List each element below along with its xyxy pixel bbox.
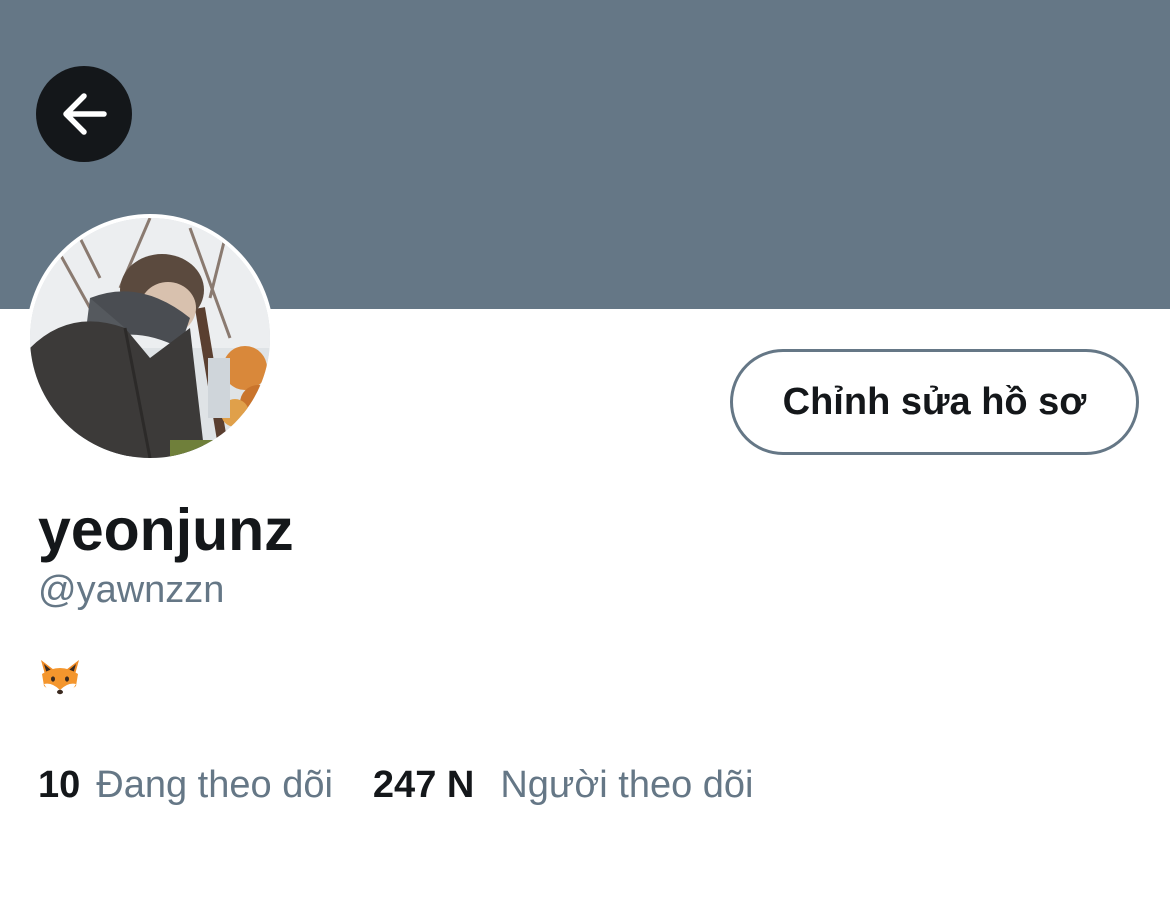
avatar[interactable] [26, 214, 274, 462]
followers-count: 247 N [372, 764, 475, 806]
follow-stats: 10 Đang theo dõi 247 N Người theo dõi [38, 762, 754, 808]
user-handle: @yawnzzn [38, 569, 225, 611]
following-label: Đang theo dõi [96, 764, 333, 806]
display-name: yeonjunz [38, 497, 294, 563]
followers-label: Người theo dõi [500, 764, 754, 806]
avatar-photo [30, 218, 270, 458]
followers-stat[interactable]: 247 N Người theo dõi [373, 762, 754, 808]
following-count: 10 [38, 764, 81, 806]
back-button[interactable] [36, 66, 132, 162]
fox-face-icon [41, 660, 79, 698]
edit-profile-label: Chỉnh sửa hồ sơ [782, 380, 1087, 423]
profile-page: Chỉnh sửa hồ sơ yeonjunz @yawnzzn 10 Đan… [0, 0, 1170, 912]
arrow-left-icon [63, 93, 107, 135]
edit-profile-button[interactable]: Chỉnh sửa hồ sơ [730, 349, 1139, 455]
following-stat[interactable]: 10 Đang theo dõi [38, 762, 333, 808]
